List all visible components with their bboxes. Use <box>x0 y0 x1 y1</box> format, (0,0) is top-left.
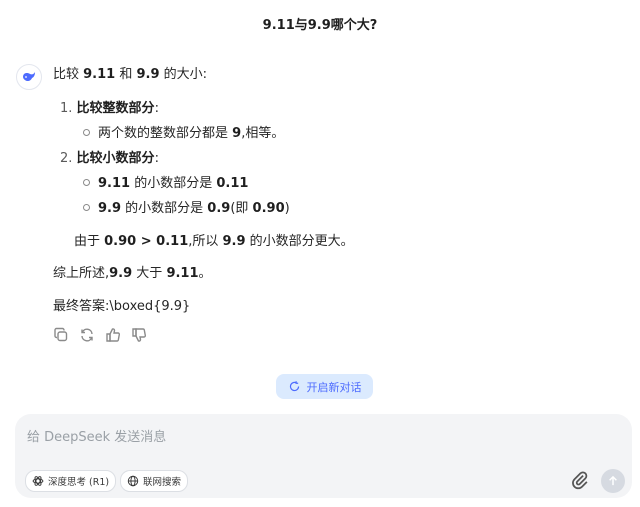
intro-line: 比较 9.11 和 9.9 的大小: <box>53 67 208 82</box>
reasoning-line: 由于 0.90 > 0.11,所以 9.9 的小数部分更大。 <box>74 234 354 249</box>
thumbs-down-icon[interactable] <box>131 327 147 343</box>
summary-line: 综上所述,9.9 大于 9.11。 <box>53 266 212 281</box>
send-button[interactable] <box>601 469 625 493</box>
web-search-label: 联网搜索 <box>143 477 182 488</box>
globe-icon <box>127 475 139 487</box>
message-actions <box>53 327 147 343</box>
deep-think-icon <box>32 476 44 486</box>
bullet-dot <box>83 204 90 211</box>
message-composer: 给 DeepSeek 发送消息 深度思考 (R1) 联网搜索 <box>15 414 632 498</box>
new-chat-icon <box>289 381 299 392</box>
bullet-dot <box>83 179 90 186</box>
final-answer-line: 最终答案:\boxed{9.9} <box>53 299 191 314</box>
bullet-dot <box>83 129 90 136</box>
step1-bullet: 两个数的整数部分都是 9,相等。 <box>83 125 284 143</box>
step2-bullet-1: 9.11 的小数部分是 0.11 <box>83 175 248 193</box>
chat-title: 9.11与9.9哪个大? <box>262 18 378 33</box>
step2-heading: 2. 比较小数部分: <box>60 151 159 166</box>
message-input[interactable]: 给 DeepSeek 发送消息 <box>27 426 166 445</box>
regenerate-icon[interactable] <box>79 327 95 343</box>
paperclip-icon[interactable] <box>570 470 590 490</box>
new-chat-label: 开启新对话 <box>306 380 362 394</box>
deep-think-toggle[interactable]: 深度思考 (R1) <box>25 470 117 492</box>
new-chat-button[interactable]: 开启新对话 <box>276 374 373 399</box>
copy-icon[interactable] <box>53 327 69 343</box>
step2-bullet-2: 9.9 的小数部分是 0.9(即 0.90) <box>83 200 290 218</box>
deepseek-whale-icon <box>23 72 35 82</box>
thumbs-up-icon[interactable] <box>105 327 121 343</box>
step1-heading: 1. 比较整数部分: <box>60 101 159 116</box>
web-search-toggle[interactable]: 联网搜索 <box>120 470 189 492</box>
arrow-up-icon <box>609 475 617 486</box>
assistant-avatar <box>16 64 42 90</box>
deep-think-label: 深度思考 (R1) <box>48 477 110 488</box>
